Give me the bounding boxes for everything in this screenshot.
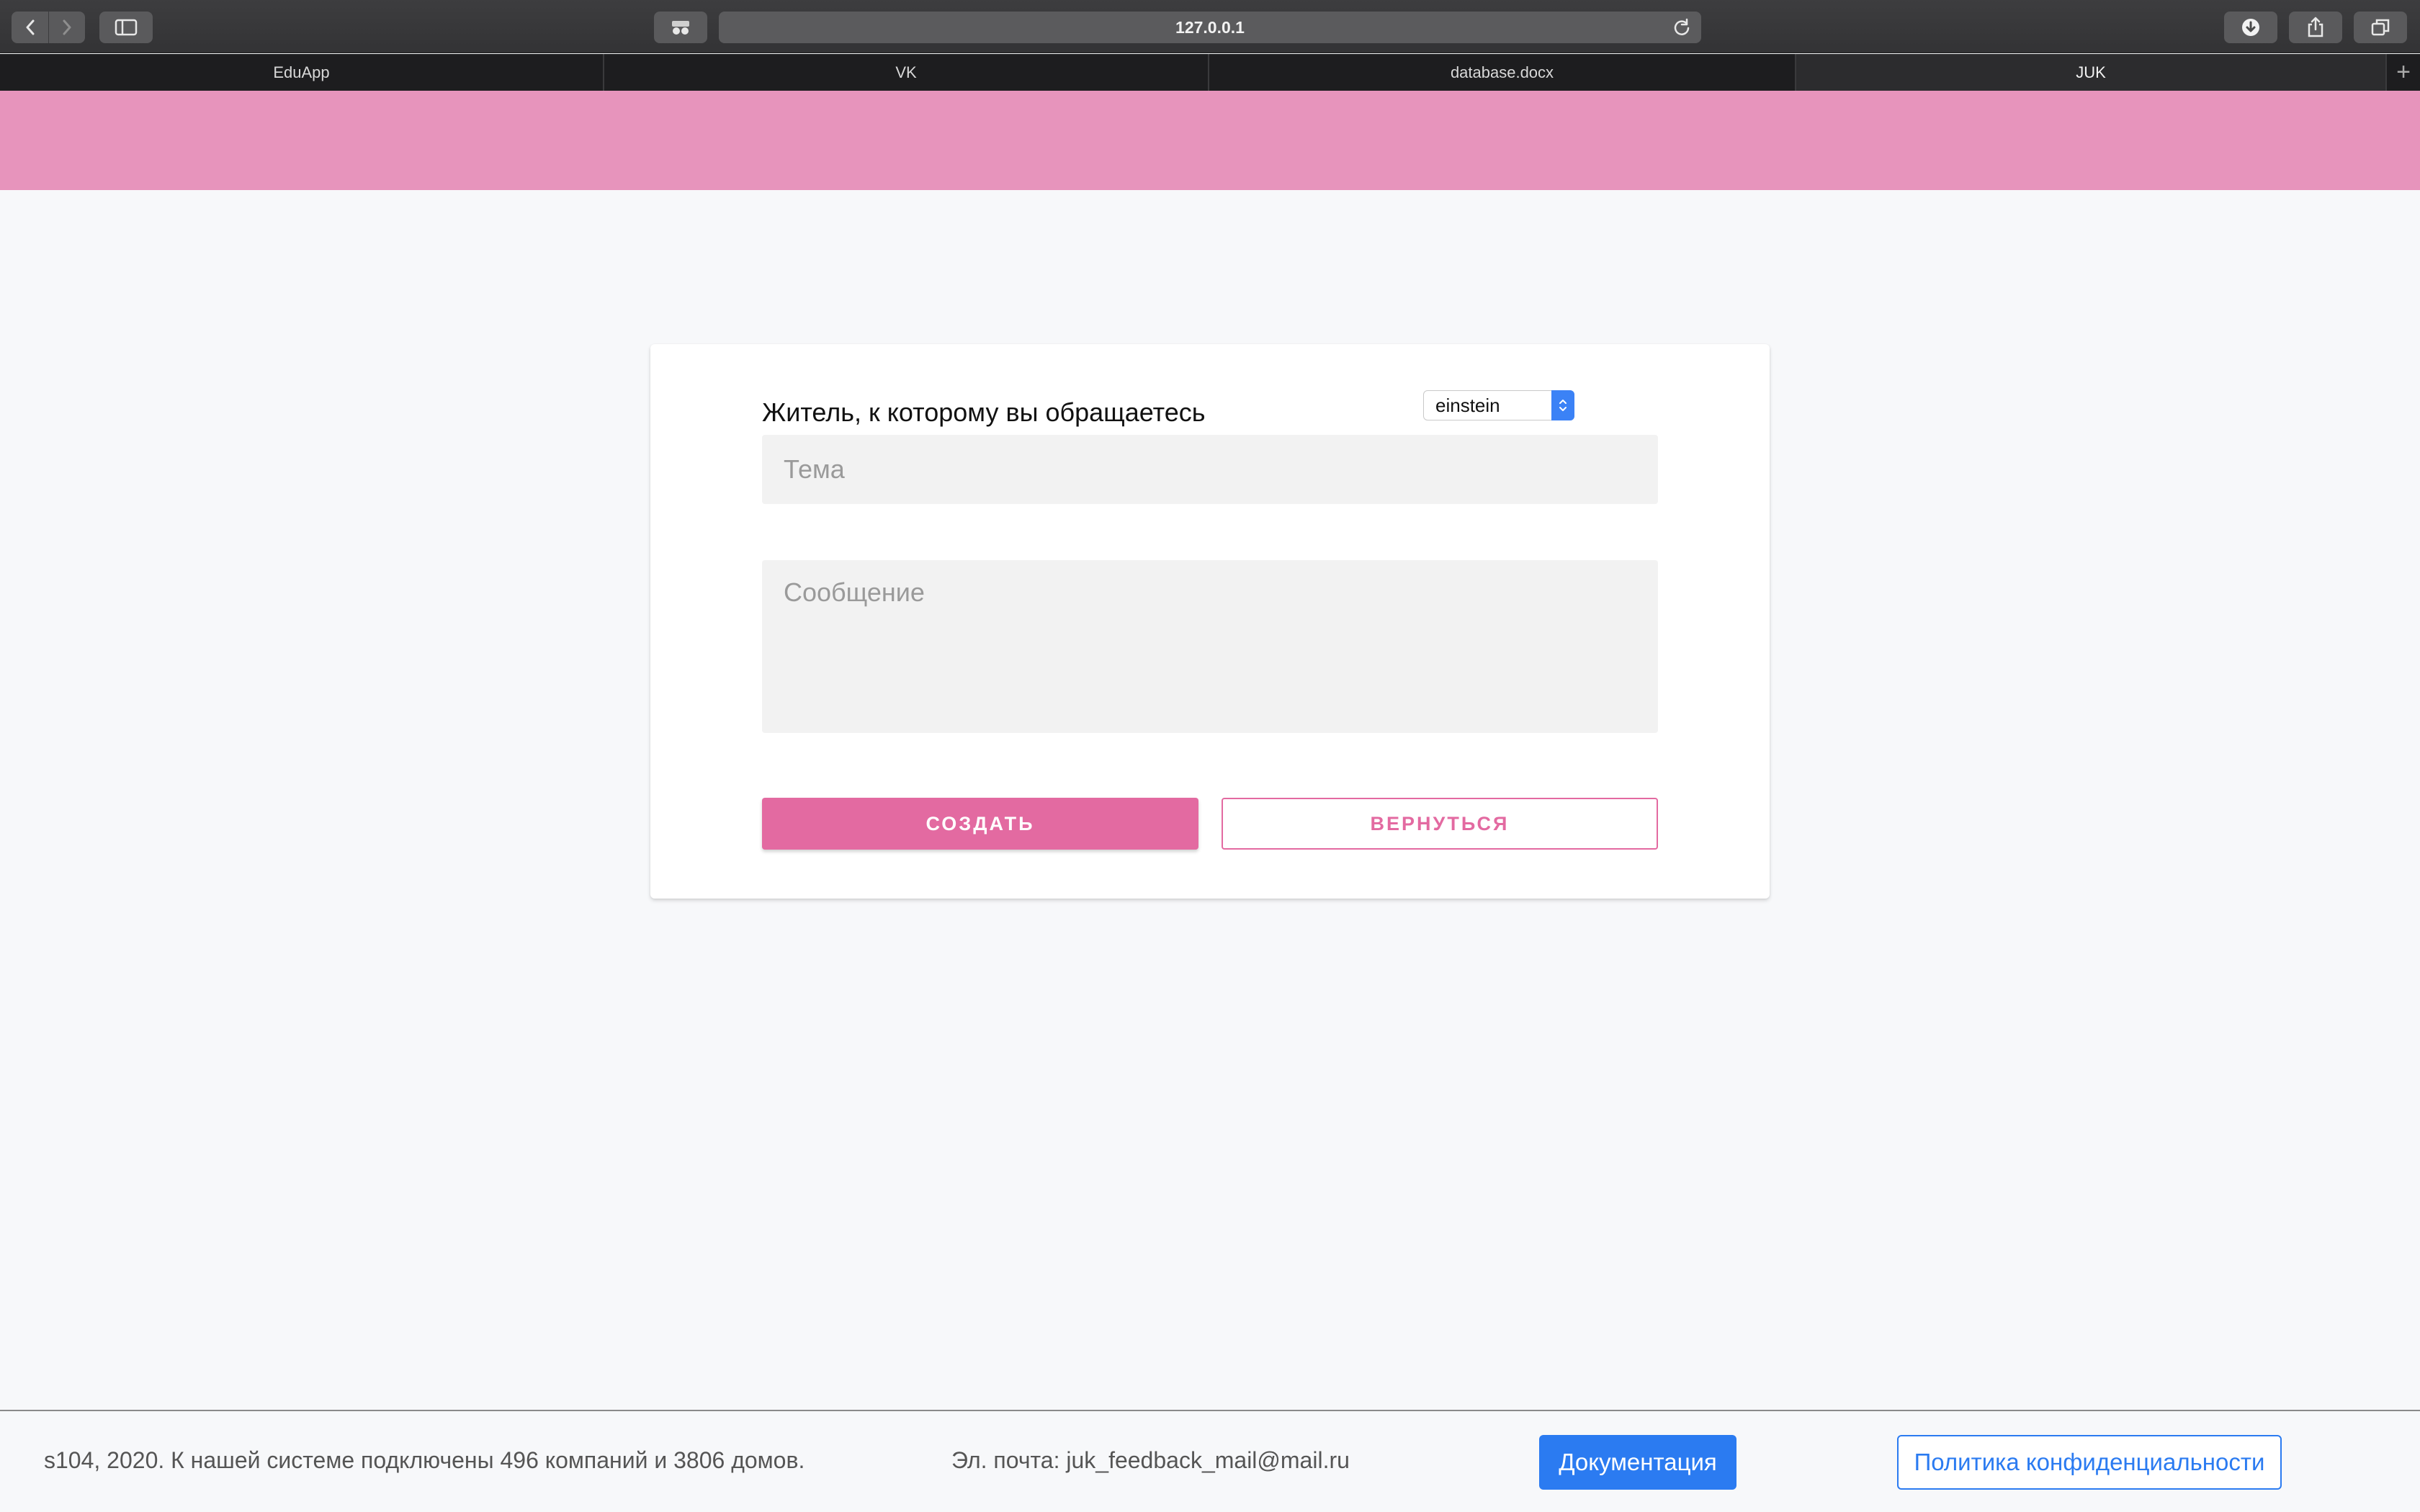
address-bar[interactable]: 127.0.0.1 bbox=[719, 12, 1701, 43]
create-button[interactable]: СОЗДАТЬ bbox=[762, 798, 1198, 850]
select-arrows-icon bbox=[1551, 390, 1574, 420]
tab-database-docx[interactable]: database.docx bbox=[1209, 54, 1796, 91]
privacy-policy-button[interactable]: Политика конфиденциальности bbox=[1897, 1435, 2282, 1490]
page-header bbox=[0, 91, 2420, 190]
message-placeholder: Сообщение bbox=[784, 577, 925, 607]
browser-toolbar: 127.0.0.1 bbox=[0, 0, 2420, 53]
address-text: 127.0.0.1 bbox=[1175, 17, 1245, 37]
new-tab-icon[interactable]: + bbox=[2387, 54, 2420, 91]
subject-input[interactable]: Тема bbox=[762, 435, 1658, 504]
footer-email: Эл. почта: juk_feedback_mail@mail.ru bbox=[951, 1447, 1350, 1473]
reader-icon[interactable] bbox=[654, 12, 707, 43]
forward-arrow-icon[interactable] bbox=[48, 12, 85, 43]
recipient-select-value: einstein bbox=[1435, 394, 1500, 416]
back-button[interactable]: ВЕРНУТЬСЯ bbox=[1222, 798, 1658, 850]
back-arrow-icon[interactable] bbox=[12, 12, 48, 43]
documentation-button[interactable]: Документация bbox=[1539, 1435, 1736, 1490]
nav-buttons bbox=[12, 12, 85, 43]
download-icon[interactable] bbox=[2224, 12, 2277, 43]
message-form-card: Житель, к которому вы обращаетесь einste… bbox=[650, 344, 1770, 899]
tab-strip: EduApp VK database.docx JUK + bbox=[0, 54, 2420, 91]
recipient-label: Житель, к которому вы обращаетесь bbox=[762, 397, 1206, 427]
tabs-overview-icon[interactable] bbox=[2354, 12, 2407, 43]
share-icon[interactable] bbox=[2289, 12, 2342, 43]
tab-vk[interactable]: VK bbox=[604, 54, 1209, 91]
subject-placeholder: Тема bbox=[784, 454, 845, 484]
recipient-select[interactable]: einstein bbox=[1423, 390, 1574, 420]
message-textarea[interactable]: Сообщение bbox=[762, 560, 1658, 733]
page-footer: s104, 2020. К нашей системе подключены 4… bbox=[0, 1410, 2420, 1512]
footer-info: s104, 2020. К нашей системе подключены 4… bbox=[44, 1447, 805, 1473]
sidebar-toggle-icon[interactable] bbox=[99, 12, 153, 43]
reload-icon[interactable] bbox=[1672, 18, 1691, 41]
tab-juk[interactable]: JUK bbox=[1796, 54, 2387, 91]
tab-eduapp[interactable]: EduApp bbox=[0, 54, 604, 91]
